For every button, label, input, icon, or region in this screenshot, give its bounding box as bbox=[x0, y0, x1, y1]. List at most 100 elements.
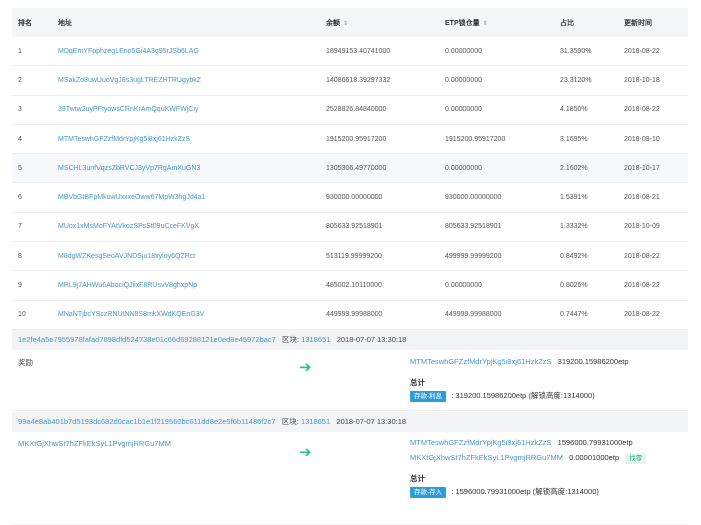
ratio-cell: 23.3120% bbox=[554, 65, 618, 96]
table-row: 4 MTMTeswhGFZzfMdrYpjKg5i8xj61HzkZzS 191… bbox=[12, 124, 688, 155]
tx-outputs: MTMTeswhGFZzfMdrYpjKg5i8xj61HzkZzS 15960… bbox=[410, 435, 647, 499]
balance-cell: 449999.99988000 bbox=[320, 300, 439, 330]
output-address-link[interactable]: MTMTeswhGFZzfMdrYpjKg5i8xj61HzkZzS bbox=[410, 438, 552, 447]
ratio-cell: 0.8492% bbox=[554, 241, 618, 272]
updated-cell: 2018-08-22 bbox=[618, 37, 688, 67]
updated-cell: 2018-08-21 bbox=[618, 182, 688, 213]
col-ratio: 占比 bbox=[554, 8, 618, 37]
locked-cell: 0.00000000 bbox=[439, 153, 554, 184]
transaction-card: 99a4e8ab401b7d5193dc682d0cac1b1e1f219560… bbox=[12, 412, 688, 525]
total-amount: : 1596000.79931000etp (解锁高度:1314000) bbox=[451, 487, 599, 496]
rank-cell: 7 bbox=[12, 212, 52, 243]
address-link[interactable]: MDqEmYFpphzegLEno5Gi4A3g95rJSb6LAG bbox=[52, 37, 320, 67]
updated-cell: 2018-09-10 bbox=[618, 124, 688, 155]
rank-cell: 8 bbox=[12, 241, 52, 272]
rank-cell: 4 bbox=[12, 124, 52, 155]
col-rank: 排名 bbox=[12, 8, 52, 37]
col-balance[interactable]: 余额 ⇕ bbox=[320, 8, 439, 37]
table-row: 10 MNaNTjbcYSczRNUtNN8S8mkXWdKQEnG3V 449… bbox=[12, 300, 688, 330]
col-address: 地址 bbox=[52, 8, 320, 37]
tx-time: 2018-07-07 13:30:18 bbox=[336, 335, 407, 344]
total-line: 存款-存入 : 1596000.79931000etp (解锁高度:131400… bbox=[410, 485, 646, 499]
deposit-interest-badge: 存款-利息 bbox=[410, 391, 447, 402]
updated-cell: 2018-08-22 bbox=[618, 241, 688, 272]
table-row: 1 MDqEmYFpphzegLEno5Gi4A3g95rJSb6LAG 189… bbox=[12, 37, 688, 67]
balance-cell: 1915200.95917200 bbox=[320, 124, 439, 155]
block-label: 区块: bbox=[282, 335, 300, 344]
rank-cell: 5 bbox=[12, 153, 52, 184]
ratio-cell: 3.1695% bbox=[554, 124, 618, 155]
address-link[interactable]: 39Twtw2uyPFtyowsCRnKrAmQquKWFWjCiy bbox=[52, 95, 320, 125]
col-updated: 更新时间 bbox=[618, 8, 688, 37]
locked-cell: 0.00000000 bbox=[439, 95, 554, 125]
updated-cell: 2018-10-18 bbox=[618, 65, 688, 96]
rich-list-table: 排名 地址 余额 ⇕ ETP锁仓量 ⇕ 占比 更新时间 1 MDqEmYFpphze… bbox=[12, 8, 688, 330]
rank-cell: 9 bbox=[12, 270, 52, 301]
ratio-cell: 31.3590% bbox=[554, 37, 618, 67]
updated-cell: 2018-10-17 bbox=[618, 153, 688, 184]
col-etp-locked[interactable]: ETP锁仓量 ⇕ bbox=[439, 8, 554, 37]
locked-cell: 499999.99999200 bbox=[439, 241, 554, 272]
output-address-link[interactable]: MTMTeswhGFZzfMdrYpjKg5i8xj61HzkZzS bbox=[410, 357, 552, 366]
locked-cell: 0.00000000 bbox=[439, 65, 554, 96]
table-row: 3 39Twtw2uyPFtyowsCRnKrAmQquKWFWjCiy 252… bbox=[12, 95, 688, 125]
output-address-link[interactable]: MKXtGjXhwSt7hZFkEkSyL1PvgmjRRGu7MM bbox=[410, 453, 563, 462]
address-link[interactable]: MNaNTjbcYSczRNUtNN8S8mkXWdKQEnG3V bbox=[52, 300, 320, 330]
address-link[interactable]: MSCHL3unfVqzsZbRVCJ3yVp7RgAmXuGN3 bbox=[52, 153, 320, 184]
balance-cell: 1305306.49770000 bbox=[320, 153, 439, 184]
transaction-header: 1e2fe4a5e7955978fafad7898dfd524738e01c66… bbox=[12, 330, 688, 350]
rank-cell: 6 bbox=[12, 182, 52, 213]
updated-cell: 2018-08-22 bbox=[618, 270, 688, 301]
sort-arrows-icon[interactable]: ⇕ bbox=[343, 21, 348, 27]
right-arrow-icon: ➔ bbox=[299, 359, 312, 376]
col-balance-label: 余额 bbox=[326, 19, 340, 27]
locked-cell: 449999.99988000 bbox=[439, 300, 554, 330]
balance-cell: 14086618.39297332 bbox=[320, 65, 439, 96]
balance-cell: 18949153.40741000 bbox=[320, 37, 439, 67]
address-link[interactable]: MTMTeswhGFZzfMdrYpjKg5i8xj61HzkZzS bbox=[52, 124, 320, 155]
transaction-body: MKXtGjXhwSt7hZFkEkSyL1PvgmjRRGu7MM ➔ MTM… bbox=[12, 432, 688, 525]
balance-cell: 2528826.84840000 bbox=[320, 95, 439, 125]
table-row: 6 MBVbGtBFpMkuwUxxxeOww67MpW3hgJd4a1 930… bbox=[12, 182, 688, 213]
rank-cell: 10 bbox=[12, 300, 52, 330]
tx-hash-link[interactable]: 1e2fe4a5e7955978fafad7898dfd524738e01c66… bbox=[18, 335, 276, 344]
table-row: 7 MUox1xMsMoFYAtVkozSPsSt09uCceFKVgX 805… bbox=[12, 212, 688, 243]
block-link[interactable]: 1318651 bbox=[301, 417, 330, 426]
table-header-row: 排名 地址 余额 ⇕ ETP锁仓量 ⇕ 占比 更新时间 bbox=[12, 8, 688, 37]
tx-time: 2018-07-07 13:30:18 bbox=[336, 417, 407, 426]
locked-cell: 0.00000000 bbox=[439, 270, 554, 301]
ratio-cell: 4.1850% bbox=[554, 95, 618, 125]
sort-arrows-icon[interactable]: ⇕ bbox=[483, 21, 488, 27]
tx-source-address-link[interactable]: MKXtGjXhwSt7hZFkEkSyL1PvgmjRRGu7MM bbox=[18, 439, 171, 448]
total-amount: : 319200.15986200etp (解锁高度:1314000) bbox=[451, 391, 595, 400]
block-label: 区块: bbox=[281, 417, 299, 426]
balance-cell: 513119.99999200 bbox=[320, 241, 439, 272]
block-link[interactable]: 1318651 bbox=[301, 335, 330, 344]
updated-cell: 2018-10-09 bbox=[618, 212, 688, 243]
output-amount: 319200.15986200etp bbox=[557, 357, 629, 366]
total-line: 存款-利息 : 319200.15986200etp (解锁高度:1314000… bbox=[410, 389, 629, 403]
output-line: MKXtGjXhwSt7hZFkEkSyL1PvgmjRRGu7MM 0.000… bbox=[410, 450, 647, 465]
transaction-body: 奖励 ➔ MTMTeswhGFZzfMdrYpjKg5i8xj61HzkZzS … bbox=[12, 350, 688, 411]
updated-cell: 2018-08-22 bbox=[618, 300, 688, 330]
updated-cell: 2018-08-22 bbox=[618, 95, 688, 125]
transaction-header: 99a4e8ab401b7d5193dc682d0cac1b1e1f219560… bbox=[12, 412, 688, 432]
locked-cell: 1915200.95917200 bbox=[439, 124, 554, 155]
address-link[interactable]: MSakZo8uwUuoVgJ8s3ugLTREZHTRUgybkZ bbox=[52, 65, 320, 96]
total-label: 总计 bbox=[410, 378, 425, 387]
ratio-cell: 2.1602% bbox=[554, 153, 618, 184]
address-link[interactable]: M8dgWZKesgSeoAVJNDSju18xyloy6QZRcr bbox=[52, 241, 320, 272]
right-arrow-icon: ➔ bbox=[299, 444, 312, 461]
address-link[interactable]: MBVbGtBFpMkuwUxxxeOww67MpW3hgJd4a1 bbox=[52, 182, 320, 213]
rank-cell: 2 bbox=[12, 65, 52, 96]
tx-hash-link[interactable]: 99a4e8ab401b7d5193dc682d0cac1b1e1f219560… bbox=[18, 417, 275, 426]
output-amount: 0.00001000etp bbox=[569, 453, 620, 462]
address-link[interactable]: MUox1xMsMoFYAtVkozSPsSt09uCceFKVgX bbox=[52, 212, 320, 243]
change-badge: 找零 bbox=[625, 453, 647, 464]
total-label: 总计 bbox=[410, 474, 425, 483]
rank-cell: 1 bbox=[12, 37, 52, 67]
address-link[interactable]: MRL9j7AHWu6AbociQJiixF8RUsvV8ghxpNp bbox=[52, 270, 320, 301]
table-row: 5 MSCHL3unfVqzsZbRVCJ3yVp7RgAmXuGN3 1305… bbox=[12, 153, 688, 184]
ratio-cell: 0.8026% bbox=[554, 270, 618, 301]
locked-cell: 930000.00000000 bbox=[439, 182, 554, 213]
